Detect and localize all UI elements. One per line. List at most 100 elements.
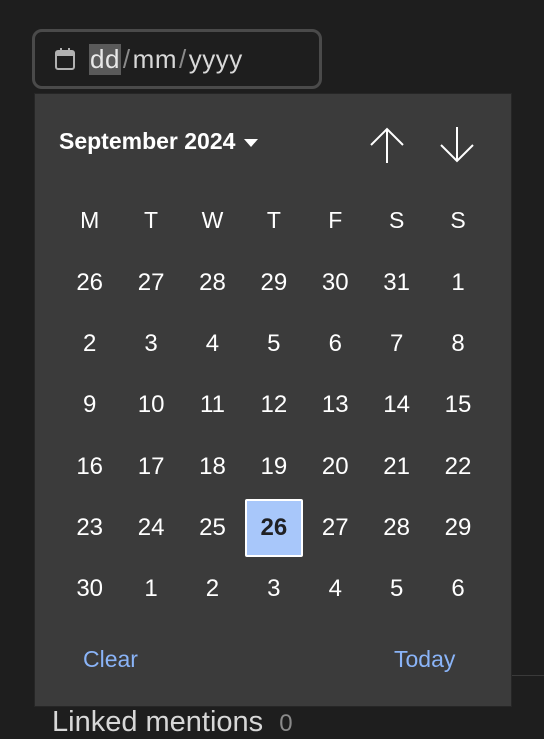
calendar-day[interactable]: 1 [122, 560, 180, 618]
calendar-day[interactable]: 22 [429, 438, 487, 496]
calendar-day-cell: 20 [305, 438, 366, 496]
calendar-day-cell: 21 [366, 438, 427, 496]
calendar-day[interactable]: 30 [61, 560, 119, 618]
linked-mentions-label: Linked mentions [52, 706, 264, 738]
calendar-day[interactable]: 14 [368, 376, 426, 434]
calendar-day-cell: 26 [243, 498, 304, 557]
calendar-day[interactable]: 10 [122, 376, 180, 434]
date-segments: dd / mm / yyyy [89, 43, 243, 75]
month-segment[interactable]: mm [133, 44, 177, 75]
calendar-day-cell: 27 [305, 499, 366, 557]
year-segment[interactable]: yyyy [189, 44, 243, 75]
calendar-day[interactable]: 20 [306, 438, 364, 496]
calendar-day-cell: 17 [120, 438, 181, 496]
calendar-day[interactable]: 3 [245, 560, 303, 618]
calendar-picker: September 2024 MTWTFSS 26 27 28 29 30 31 1 2 3 4 5… [34, 93, 512, 707]
calendar-week-row: 26 27 28 29 30 31 1 [59, 252, 489, 313]
month-year-select[interactable]: September 2024 [59, 128, 259, 155]
calendar-day-cell: 9 [59, 376, 120, 434]
calendar-day[interactable]: 18 [183, 438, 241, 496]
weekday-label: S [388, 207, 405, 233]
calendar-day-cell: 6 [427, 560, 488, 618]
clear-button[interactable]: Clear [83, 646, 138, 673]
today-button[interactable]: Today [394, 646, 455, 673]
calendar-day[interactable]: 25 [183, 499, 241, 557]
calendar-day-cell: 1 [427, 254, 488, 312]
calendar-day[interactable]: 3 [122, 315, 180, 373]
calendar-day-cell: 26 [59, 254, 120, 312]
calendar-week-row: 2345678 [59, 313, 489, 374]
calendar-day-cell: 14 [366, 376, 427, 434]
calendar-day[interactable]: 26 [61, 254, 119, 312]
calendar-day-selected[interactable]: 26 [244, 498, 303, 557]
calendar-day[interactable]: 5 [245, 315, 303, 373]
calendar-day[interactable]: 19 [245, 438, 303, 496]
calendar-day-cell: 24 [120, 499, 181, 557]
next-month-button[interactable] [437, 122, 477, 168]
calendar-week-row: 30 1 2 3 4 5 6 [59, 558, 489, 619]
calendar-day[interactable]: 16 [61, 438, 119, 496]
calendar-day-cell: 28 [366, 499, 427, 557]
calendar-day-cell: 4 [182, 315, 243, 373]
caret-down-icon [244, 138, 259, 147]
linked-mentions-count: 0 [279, 710, 293, 737]
calendar-day-cell: 8 [427, 315, 488, 373]
calendar-day[interactable]: 13 [306, 376, 364, 434]
calendar-day[interactable]: 28 [368, 499, 426, 557]
calendar-grid: MTWTFSS 26 27 28 29 30 31 1 2 3 4 5 6 7 8 9 10 11 12 13 14 1… [59, 194, 489, 620]
calendar-week-row: 23 24 25 26 27 28 29 [59, 497, 489, 558]
calendar-day-cell: 4 [305, 560, 366, 618]
calendar-day-cell: 29 [427, 499, 488, 557]
calendar-day[interactable]: 6 [306, 315, 364, 373]
calendar-day[interactable]: 1 [429, 254, 487, 312]
calendar-day-cell: 15 [427, 376, 488, 434]
calendar-week-row: 16 17 18 19 20 21 22 [59, 436, 489, 497]
calendar-day-cell: 11 [182, 376, 243, 434]
picker-header: September 2024 [59, 122, 489, 168]
calendar-day[interactable]: 4 [306, 560, 364, 618]
date-input-field[interactable]: dd / mm / yyyy [32, 29, 322, 89]
calendar-day-cell: 1 [120, 560, 181, 618]
calendar-day[interactable]: 9 [61, 376, 119, 434]
calendar-day-cell: 10 [120, 376, 181, 434]
calendar-day[interactable]: 29 [429, 499, 487, 557]
calendar-day[interactable]: 5 [368, 560, 426, 618]
calendar-day[interactable]: 27 [122, 254, 180, 312]
calendar-day[interactable]: 6 [429, 560, 487, 618]
calendar-day[interactable]: 27 [306, 499, 364, 557]
calendar-day[interactable]: 15 [429, 376, 487, 434]
calendar-day[interactable]: 11 [183, 376, 241, 434]
calendar-day[interactable]: 31 [368, 254, 426, 312]
calendar-day[interactable]: 2 [183, 560, 241, 618]
calendar-day-cell: 27 [120, 254, 181, 312]
date-separator: / [122, 43, 131, 74]
linked-mentions-heading: Linked mentions 0 [52, 706, 293, 739]
calendar-day[interactable]: 7 [368, 315, 426, 373]
arrow-down-icon [440, 127, 474, 163]
calendar-day[interactable]: 17 [122, 438, 180, 496]
calendar-day-cell: 31 [366, 254, 427, 312]
calendar-day[interactable]: 2 [61, 315, 119, 373]
calendar-day[interactable]: 8 [429, 315, 487, 373]
calendar-day-cell: 7 [366, 315, 427, 373]
calendar-day[interactable]: 12 [245, 376, 303, 434]
calendar-day-cell: 2 [59, 315, 120, 373]
calendar-icon[interactable] [53, 47, 77, 71]
arrow-up-icon [370, 127, 404, 163]
calendar-day[interactable]: 28 [183, 254, 241, 312]
calendar-day[interactable]: 23 [61, 499, 119, 557]
calendar-day[interactable]: 29 [245, 254, 303, 312]
weekday-label: T [266, 207, 281, 233]
calendar-day-cell: 28 [182, 254, 243, 312]
calendar-day[interactable]: 30 [306, 254, 364, 312]
calendar-day[interactable]: 24 [122, 499, 180, 557]
calendar-day-cell: 5 [366, 560, 427, 618]
calendar-week-row: 9 10 11 12 13 14 15 [59, 375, 489, 436]
calendar-day[interactable]: 4 [183, 315, 241, 373]
month-year-label: September 2024 [59, 128, 236, 154]
previous-month-button[interactable] [367, 122, 407, 168]
calendar-day-cell: 3 [120, 315, 181, 373]
calendar-day-cell: 3 [243, 560, 304, 618]
day-segment[interactable]: dd [89, 43, 121, 75]
calendar-day[interactable]: 21 [368, 438, 426, 496]
